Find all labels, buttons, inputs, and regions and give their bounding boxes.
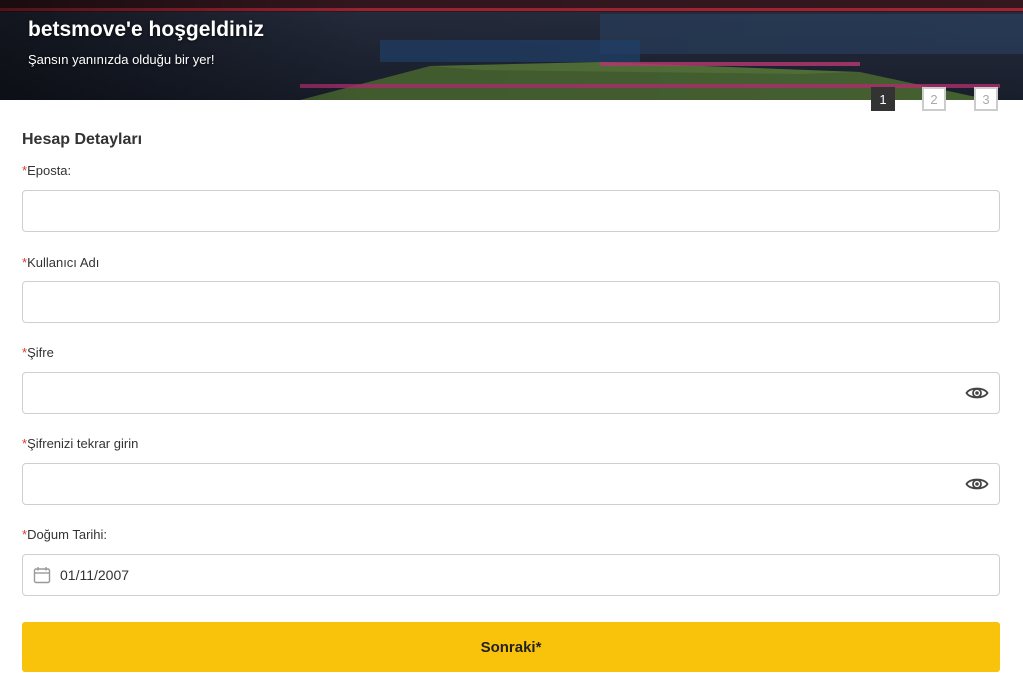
email-field[interactable] <box>23 191 999 231</box>
header-banner: betsmove'e hoşgeldiniz Şansın yanınızda … <box>0 0 1023 100</box>
email-field-box <box>22 190 1000 232</box>
calendar-icon <box>33 567 51 584</box>
banner-title: betsmove'e hoşgeldiniz <box>28 18 265 41</box>
section-title: Hesap Detayları <box>22 131 143 148</box>
eye-icon[interactable] <box>965 383 989 403</box>
eye-icon[interactable] <box>965 474 989 494</box>
stadium-background-image <box>0 0 1023 100</box>
password-label: *Şifre <box>22 345 54 360</box>
birth-date-label: *Doğum Tarihi: <box>22 527 108 542</box>
password-confirm-label: *Şifrenizi tekrar girin <box>22 436 139 451</box>
username-field-box <box>22 281 1000 323</box>
password-confirm-field[interactable] <box>23 464 999 504</box>
banner-subtitle: Şansın yanınızda olduğu bir yer! <box>28 52 215 67</box>
next-button[interactable]: Sonraki* <box>22 622 1000 672</box>
birth-date-field[interactable]: 01/11/2007 <box>22 554 1000 596</box>
password-field-box <box>22 372 1000 414</box>
password-field[interactable] <box>23 373 999 413</box>
step-1: 1 <box>871 87 895 111</box>
email-label: *Eposta: <box>22 163 72 178</box>
password-confirm-field-box <box>22 463 1000 505</box>
birth-date-value: 01/11/2007 <box>60 567 130 583</box>
step-2: 2 <box>922 87 946 111</box>
username-field[interactable] <box>23 282 999 322</box>
username-label: *Kullanıcı Adı <box>22 255 100 270</box>
step-3: 3 <box>974 87 998 111</box>
